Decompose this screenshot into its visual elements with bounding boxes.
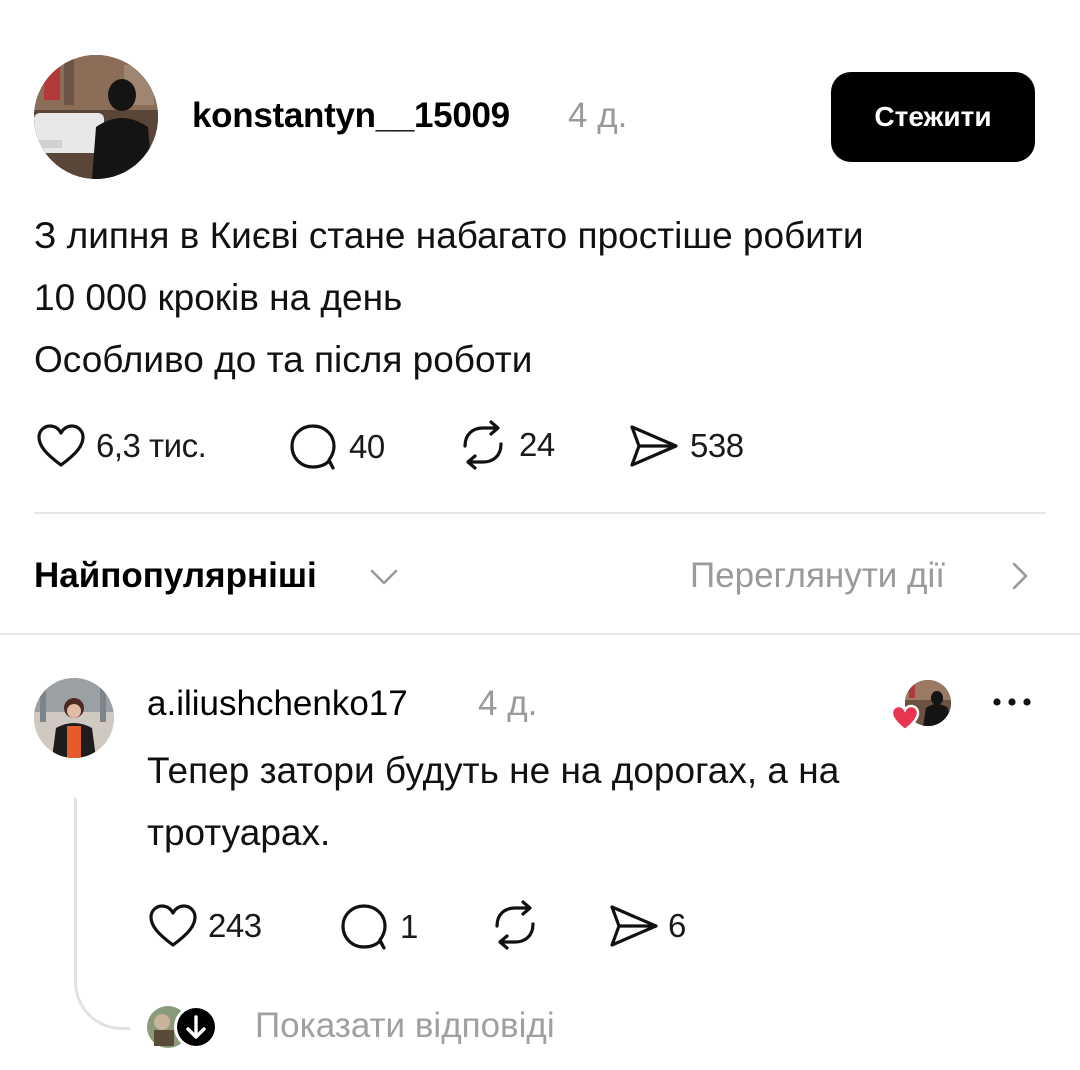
post-author-avatar[interactable] <box>34 55 158 179</box>
post-share-button[interactable]: 538 <box>628 423 744 469</box>
divider <box>34 512 1046 514</box>
follow-button[interactable]: Стежити <box>831 72 1035 162</box>
share-icon <box>610 905 658 947</box>
post-repost-count: 24 <box>519 426 555 463</box>
avatar-photo <box>34 55 158 179</box>
post-like-count: 6,3 тис. <box>96 427 207 464</box>
comment-author-avatar[interactable] <box>34 678 114 758</box>
post-text-line: Особливо до та після роботи <box>34 339 533 380</box>
post-username[interactable]: konstantyn__15009 <box>192 96 510 136</box>
heart-icon <box>890 704 920 732</box>
view-activity-link[interactable]: Переглянути дії <box>690 556 945 596</box>
comment-username[interactable]: a.iliushchenko17 <box>147 684 408 724</box>
comment-text: Тепер затори будуть не на дорогах, а на … <box>147 750 840 853</box>
comment-like-count: 243 <box>208 907 262 944</box>
thread-connector-line <box>74 798 130 1030</box>
post-timestamp: 4 д. <box>568 96 628 135</box>
comment-reply-button[interactable]: 1 <box>340 903 418 951</box>
sort-dropdown-label[interactable]: Найпопулярніші <box>34 556 317 596</box>
comment-timestamp: 4 д. <box>478 684 538 723</box>
repost-icon <box>463 420 503 470</box>
post-like-button[interactable]: 6,3 тис. <box>36 423 207 469</box>
heart-icon <box>149 904 197 947</box>
chevron-down-icon[interactable] <box>368 560 400 592</box>
post-text-line: 10 000 кроків на день <box>34 277 403 318</box>
comment-share-button[interactable]: 6 <box>608 903 686 949</box>
comment-icon <box>341 904 387 950</box>
post-comment-count: 40 <box>349 428 385 465</box>
reply-avatars[interactable] <box>146 1004 220 1050</box>
chevron-right-icon[interactable] <box>1008 560 1032 592</box>
post-text-line: З липня в Києві стане набагато простіше … <box>34 215 864 256</box>
comment-share-count: 6 <box>668 907 686 944</box>
more-icon[interactable] <box>990 690 1034 714</box>
post-comment-button[interactable]: 40 <box>289 423 385 471</box>
repost-icon <box>495 900 535 950</box>
comment-like-button[interactable]: 243 <box>148 903 262 949</box>
comment-icon <box>290 424 336 470</box>
share-icon <box>630 425 678 467</box>
comment-repost-button[interactable] <box>489 900 541 950</box>
comment-reply-count: 1 <box>400 908 418 945</box>
post-repost-button[interactable]: 24 <box>457 420 555 470</box>
divider <box>0 633 1080 635</box>
show-replies-link[interactable]: Показати відповіді <box>255 1006 555 1046</box>
post-share-count: 538 <box>690 427 744 464</box>
avatar-photo <box>34 678 114 758</box>
heart-icon <box>37 424 85 467</box>
post-text: З липня в Києві стане набагато простіше … <box>34 205 1044 391</box>
